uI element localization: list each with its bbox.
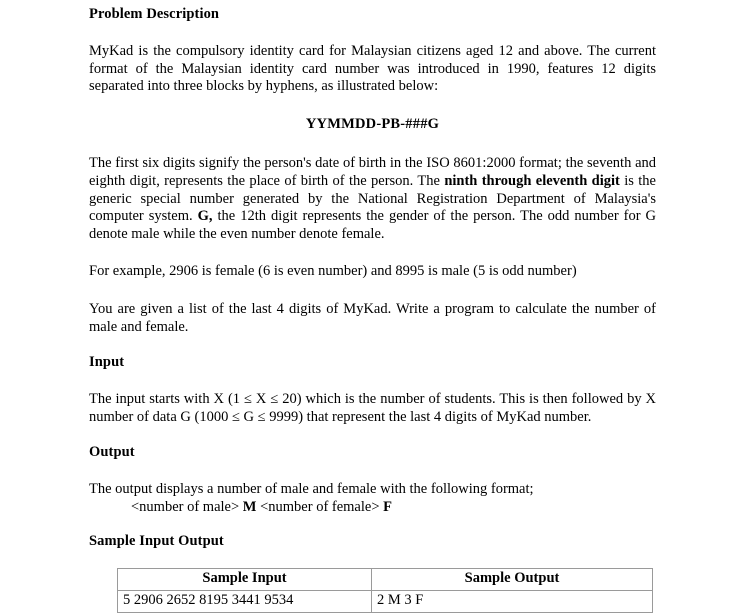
mykad-format-code: YYMMDD-PB-###G — [305, 115, 440, 132]
paragraph-intro: MyKad is the compulsory identity card fo… — [89, 43, 656, 95]
output-format-male-marker: M — [242, 498, 257, 515]
heading-sample-input-output: Sample Input Output — [89, 532, 224, 549]
digits-explain-bold-1: ninth through eleventh digit — [444, 172, 620, 189]
table-row: 5 2906 2652 8195 3441 9534 2 M 3 F — [117, 589, 653, 613]
heading-input: Input — [89, 354, 125, 371]
cell-sample-output: 2 M 3 F — [371, 589, 653, 613]
digits-explain-bold-2: G, — [197, 208, 213, 225]
column-header-sample-output: Sample Output — [371, 567, 653, 591]
sample-input-output-table: Sample Input Sample Output 5 2906 2652 8… — [117, 567, 653, 613]
cell-sample-input: 5 2906 2652 8195 3441 9534 — [117, 589, 372, 613]
paragraph-digits-explanation: The first six digits signify the person'… — [89, 155, 656, 243]
paragraph-example: For example, 2906 is female (6 is even n… — [89, 263, 577, 280]
paragraph-input-description: The input starts with X (1 ≤ X ≤ 20) whi… — [89, 391, 656, 425]
document-page: Problem Description MyKad is the compuls… — [0, 0, 745, 613]
heading-problem-description: Problem Description — [89, 6, 220, 22]
output-format-female-marker: F — [383, 498, 392, 515]
output-format-male-placeholder: <number of male> — [131, 498, 243, 515]
output-format-female-placeholder: <number of female> — [256, 498, 384, 515]
heading-output: Output — [89, 444, 135, 461]
column-header-sample-input: Sample Input — [117, 567, 372, 591]
output-format-line: <number of male> M <number of female> F — [89, 499, 656, 517]
document-content: Problem Description MyKad is the compuls… — [89, 6, 656, 613]
paragraph-task: You are given a list of the last 4 digit… — [89, 300, 656, 335]
table-header-row: Sample Input Sample Output — [117, 567, 653, 591]
paragraph-output-description: The output displays a number of male and… — [89, 481, 534, 498]
